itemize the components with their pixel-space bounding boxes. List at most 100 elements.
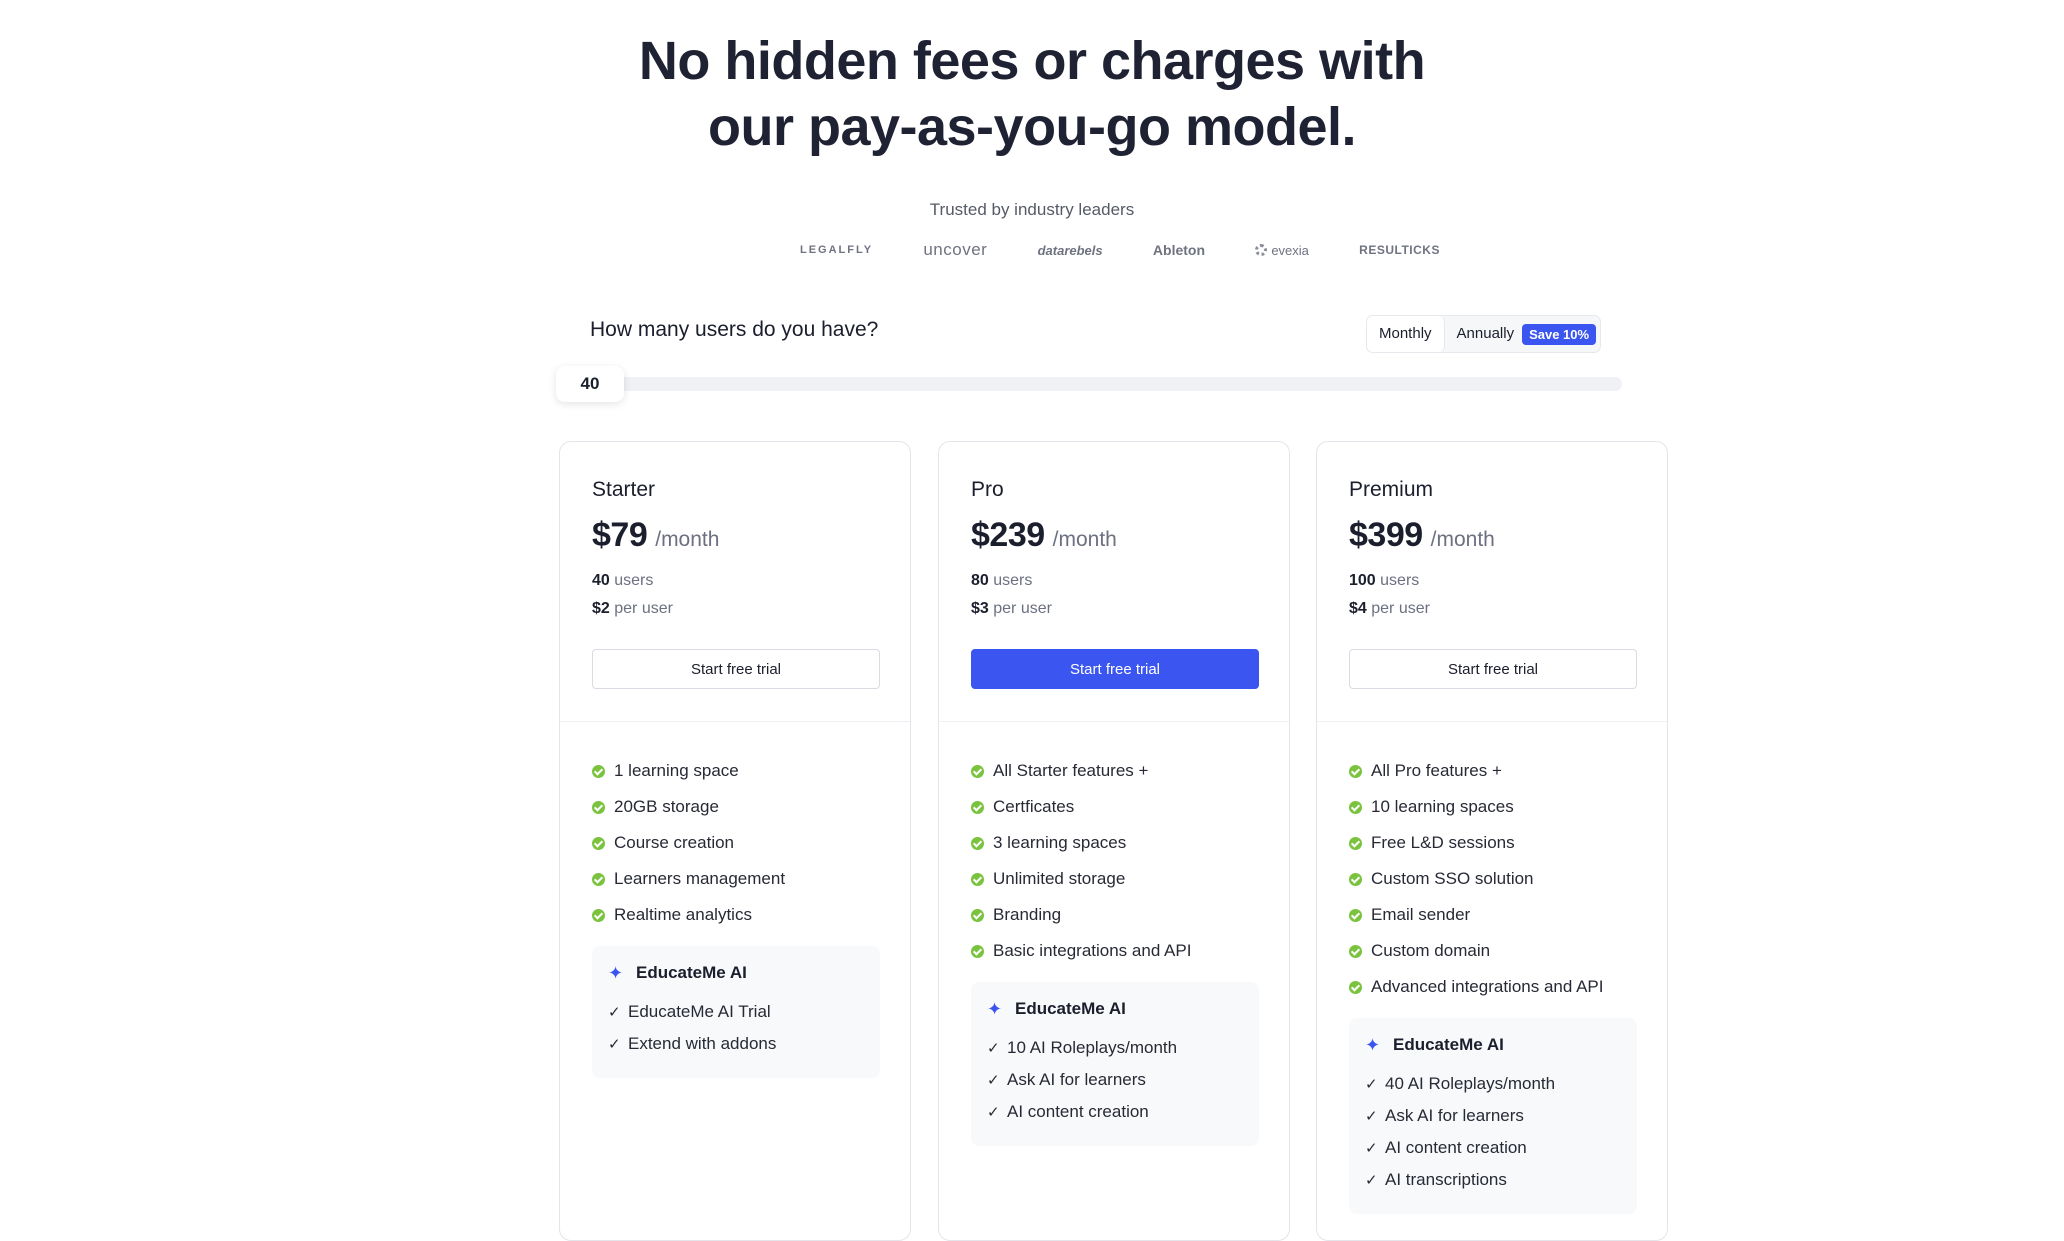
feature-text: Custom SSO solution <box>1371 869 1534 888</box>
ai-feature-text: AI content creation <box>1385 1138 1527 1157</box>
feature-text: Branding <box>993 905 1062 924</box>
ai-feature-text: Extend with addons <box>628 1034 777 1053</box>
plan-users: 100 users <box>1349 572 1419 590</box>
feature-text: Certficates <box>993 797 1075 816</box>
ai-title: EducateMe AI <box>1015 999 1126 1018</box>
per-user-label: per user <box>609 600 673 617</box>
evexia-mark-icon <box>1255 244 1268 256</box>
plan-price: $79 <box>592 516 648 554</box>
check-circle-icon <box>971 800 984 814</box>
logo-strip: LEGALFLY uncover datarebels Ableton evex… <box>800 237 1440 263</box>
feature-item: All Pro features + <box>1349 753 1604 789</box>
check-circle-icon <box>971 836 984 850</box>
users-question: How many users do you have? <box>590 318 879 341</box>
billing-annually-option[interactable]: Annually <box>1445 316 1527 352</box>
per-user-price: $2 <box>592 600 610 617</box>
logo-resulticks: RESULTICKS <box>1359 243 1440 257</box>
ai-heading: ✦ EducateMe AI <box>1365 1032 1637 1058</box>
ai-feature-text: 40 AI Roleplays/month <box>1385 1074 1556 1093</box>
feature-text: All Pro features + <box>1371 761 1502 780</box>
plan-price: $399 <box>1349 516 1423 554</box>
ai-box: ✦ EducateMe AI ✓ 10 AI Roleplays/month ✓ As… <box>971 982 1259 1146</box>
start-trial-button-starter[interactable]: Start free trial <box>592 649 880 689</box>
users-count: 80 <box>971 572 989 589</box>
feature-item: Course creation <box>592 825 785 861</box>
trusted-label: Trusted by industry leaders <box>929 200 1135 219</box>
feature-text: 1 learning space <box>614 761 739 780</box>
plan-name: Starter <box>592 478 656 501</box>
plan-name: Pro <box>971 478 1004 501</box>
feature-item: All Starter features + <box>971 753 1191 789</box>
feature-item: Custom domain <box>1349 933 1604 969</box>
ai-feature-list: ✓ EducateMe AI Trial ✓ Extend with addons <box>608 996 880 1060</box>
ai-feature-item: ✓ Ask AI for learners <box>987 1064 1259 1096</box>
ai-feature-item: ✓ 10 AI Roleplays/month <box>987 1032 1259 1064</box>
logo-uncover: uncover <box>923 240 988 259</box>
feature-item: Certficates <box>971 789 1191 825</box>
ai-feature-item: ✓ EducateMe AI Trial <box>608 996 880 1028</box>
price-row: $79 /month <box>592 516 719 555</box>
feature-text: Realtime analytics <box>614 905 752 924</box>
card-divider <box>560 721 910 722</box>
feature-item: Realtime analytics <box>592 897 785 933</box>
feature-item: 20GB storage <box>592 789 785 825</box>
hero-heading: No hidden fees or charges with our pay-a… <box>0 28 2064 160</box>
ai-feature-text: AI content creation <box>1007 1102 1149 1121</box>
logo-evexia: evexia <box>1255 243 1309 258</box>
card-divider <box>1317 721 1667 722</box>
plan-name: Premium <box>1349 478 1434 501</box>
check-icon: ✓ <box>1365 1140 1378 1157</box>
ai-box: ✦ EducateMe AI ✓ EducateMe AI Trial ✓ Exten… <box>592 946 880 1078</box>
check-circle-icon <box>1349 872 1362 886</box>
logo-evexia-text: evexia <box>1271 242 1309 258</box>
feature-item: 3 learning spaces <box>971 825 1191 861</box>
users-slider-track[interactable] <box>556 377 1622 391</box>
feature-text: All Starter features + <box>993 761 1149 780</box>
plan-card-pro: Pro $239 /month 80 users $3 per user Sta… <box>938 441 1290 1241</box>
check-circle-icon <box>592 800 605 814</box>
price-row: $239 /month <box>971 516 1117 555</box>
feature-text: 3 learning spaces <box>993 833 1127 852</box>
hero-line-1: No hidden fees or charges with <box>638 31 1426 91</box>
ai-feature-text: Ask AI for learners <box>1007 1070 1146 1089</box>
card-divider <box>939 721 1289 722</box>
users-slider-handle[interactable]: 40 <box>556 366 624 402</box>
ai-feature-text: AI transcriptions <box>1385 1170 1507 1189</box>
ai-feature-list: ✓ 40 AI Roleplays/month ✓ Ask AI for learn… <box>1365 1068 1637 1196</box>
feature-item: Learners management <box>592 861 785 897</box>
ai-feature-text: 10 AI Roleplays/month <box>1007 1038 1178 1057</box>
feature-list: All Starter features + Certficates 3 lea… <box>971 753 1191 969</box>
feature-item: Branding <box>971 897 1191 933</box>
ai-title: EducateMe AI <box>1393 1035 1504 1054</box>
start-trial-button-premium[interactable]: Start free trial <box>1349 649 1637 689</box>
users-count: 40 <box>592 572 610 589</box>
sparkle-icon: ✦ <box>1365 1034 1381 1055</box>
plan-per-user: $4 per user <box>1349 600 1430 618</box>
check-circle-icon <box>1349 980 1362 994</box>
check-circle-icon <box>971 908 984 922</box>
check-circle-icon <box>592 836 605 850</box>
plan-users: 40 users <box>592 572 653 590</box>
start-trial-button-pro[interactable]: Start free trial <box>971 649 1259 689</box>
ai-title: EducateMe AI <box>636 963 747 982</box>
users-label: users <box>609 572 654 589</box>
feature-item: Custom SSO solution <box>1349 861 1604 897</box>
plan-per-user: $3 per user <box>971 600 1052 618</box>
check-icon: ✓ <box>987 1104 1000 1121</box>
ai-feature-item: ✓ Ask AI for learners <box>1365 1100 1637 1132</box>
plan-price: $239 <box>971 516 1045 554</box>
per-user-label: per user <box>988 600 1052 617</box>
billing-monthly-option[interactable]: Monthly <box>1367 316 1445 352</box>
save-badge: Save 10% <box>1522 323 1597 345</box>
feature-list: 1 learning space 20GB storage Course cre… <box>592 753 785 933</box>
feature-text: Free L&D sessions <box>1371 833 1515 852</box>
feature-text: Unlimited storage <box>993 869 1126 888</box>
ai-feature-text: EducateMe AI Trial <box>628 1002 771 1021</box>
feature-text: 10 learning spaces <box>1371 797 1514 816</box>
feature-item: 10 learning spaces <box>1349 789 1604 825</box>
plan-period: /month <box>655 528 720 551</box>
ai-feature-item: ✓ AI content creation <box>1365 1132 1637 1164</box>
feature-item: Email sender <box>1349 897 1604 933</box>
feature-text: Course creation <box>614 833 735 852</box>
feature-item: Advanced integrations and API <box>1349 969 1604 1005</box>
